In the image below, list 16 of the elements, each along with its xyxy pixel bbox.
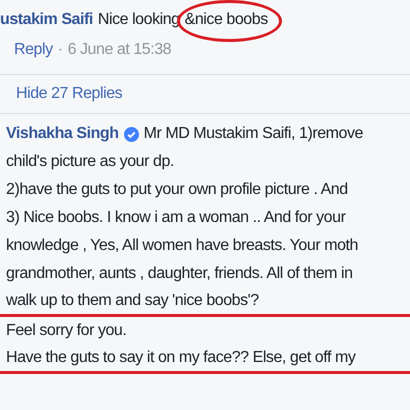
comment-text: grandmother, aunts , daughter, friends. All of them in (6, 264, 353, 284)
author-link[interactable]: ustakim Saifi (0, 6, 93, 34)
comment-text: walk up to them and say 'nice boobs'? (6, 291, 259, 311)
reply-link[interactable]: Reply (14, 36, 53, 64)
timestamp: 6 June at 15:38 (68, 40, 172, 60)
comment-text: knowledge , Yes, All women have breasts. Your moth (6, 236, 358, 256)
comment-text: 2)have the guts to put your own profile picture . And (6, 180, 348, 200)
hide-replies-link[interactable]: Hide 27 Replies (16, 85, 122, 102)
comment-text: Have the guts to say it on my face?? Else, get off my (6, 348, 356, 368)
comment-text: 3) Nice boobs. I know i am a woman .. And for your (6, 208, 346, 228)
comment-text: &nice boobs (184, 6, 268, 34)
separator-dot: · (58, 40, 63, 60)
comment-text: Mr MD Mustakim Saifi, 1)remove (144, 124, 363, 144)
comment-text: child's picture as your dp. (6, 152, 174, 172)
comment-text: Feel sorry for you. (6, 321, 126, 341)
author-link[interactable]: Vishakha Singh (6, 120, 119, 148)
